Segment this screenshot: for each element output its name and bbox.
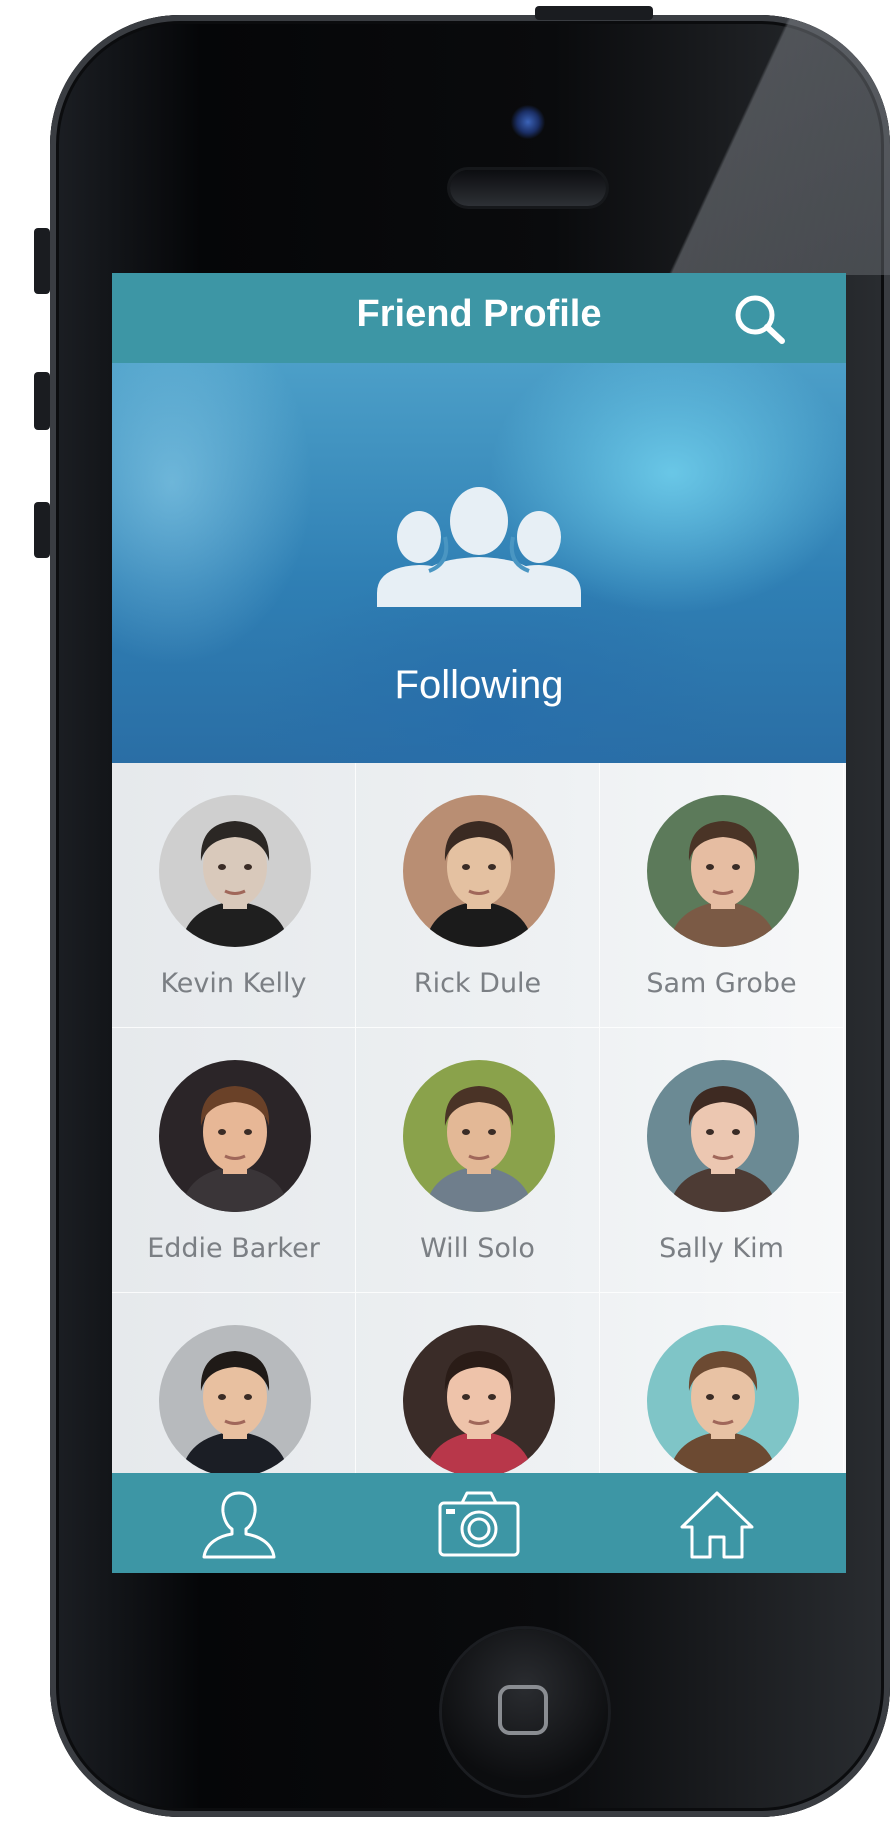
home-button[interactable] [442, 1629, 608, 1795]
avatar[interactable] [403, 1060, 555, 1212]
friend-name: Will Solo [420, 1233, 535, 1264]
friend-card[interactable]: Will Solo [356, 1028, 600, 1293]
friend-grid: Kevin Kelly Rick Dule Sam Grobe Eddie Barke… [112, 763, 846, 1558]
person-icon [202, 1491, 276, 1559]
mute-switch[interactable] [34, 228, 50, 294]
friend-name: Sally Kim [659, 1233, 784, 1264]
search-button[interactable] [730, 291, 790, 347]
avatar[interactable] [159, 1060, 311, 1212]
avatar[interactable] [403, 795, 555, 947]
friend-name: Kevin Kelly [160, 968, 307, 999]
group-icon [377, 487, 581, 607]
volume-down-button[interactable] [34, 502, 50, 558]
friend-card[interactable]: Sam Grobe [600, 763, 844, 1028]
earpiece-speaker [450, 170, 606, 206]
tab-camera[interactable] [434, 1487, 524, 1561]
friend-card[interactable]: Rick Dule [356, 763, 600, 1028]
tab-bar [112, 1473, 846, 1573]
following-label: Following [394, 663, 564, 707]
friend-name: Sam Grobe [646, 968, 797, 999]
following-banner[interactable]: Following [112, 363, 846, 763]
camera-icon [438, 1491, 520, 1557]
friend-card[interactable]: Sally Kim [600, 1028, 844, 1293]
volume-up-button[interactable] [34, 372, 50, 430]
avatar[interactable] [647, 1060, 799, 1212]
avatar[interactable] [647, 795, 799, 947]
home-icon [680, 1491, 754, 1559]
friend-name: Rick Dule [413, 968, 542, 999]
power-button[interactable] [535, 6, 653, 20]
tab-home[interactable] [672, 1487, 762, 1561]
tab-profile[interactable] [194, 1487, 284, 1561]
nav-bar: Friend Profile [112, 273, 846, 363]
friend-card[interactable]: Kevin Kelly [112, 763, 356, 1028]
friend-name: Eddie Barker [147, 1233, 320, 1264]
friend-card[interactable]: Eddie Barker [112, 1028, 356, 1293]
home-button-icon [498, 1685, 548, 1735]
avatar[interactable] [159, 795, 311, 947]
app-screen: Friend Profile Following Kevin Kelly Ric… [112, 273, 846, 1573]
avatar[interactable] [647, 1325, 799, 1477]
search-icon [735, 295, 785, 344]
avatar[interactable] [159, 1325, 311, 1477]
avatar[interactable] [403, 1325, 555, 1477]
front-camera [511, 105, 545, 139]
